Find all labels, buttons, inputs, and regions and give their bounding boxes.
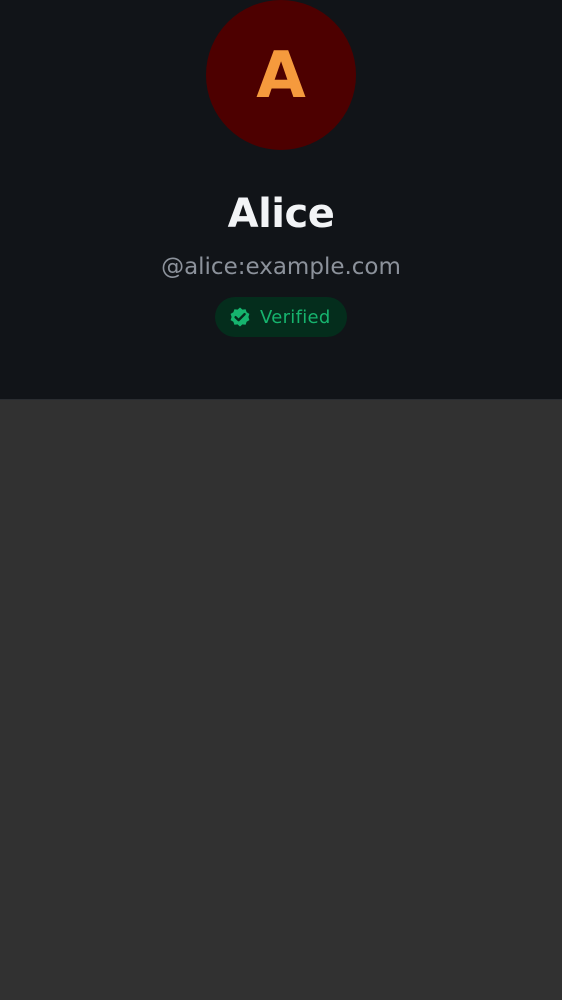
avatar[interactable]: A bbox=[206, 0, 356, 150]
user-profile-screen: A Alice @alice:example.com Verified bbox=[0, 0, 562, 1000]
profile-header: A Alice @alice:example.com Verified bbox=[0, 0, 562, 400]
verified-badge-icon bbox=[228, 305, 252, 329]
verified-label: Verified bbox=[260, 306, 331, 328]
display-name: Alice bbox=[227, 191, 335, 237]
content-area bbox=[0, 400, 562, 1000]
user-id: @alice:example.com bbox=[161, 254, 401, 280]
verified-badge: Verified bbox=[215, 297, 347, 337]
avatar-initial: A bbox=[256, 39, 306, 113]
